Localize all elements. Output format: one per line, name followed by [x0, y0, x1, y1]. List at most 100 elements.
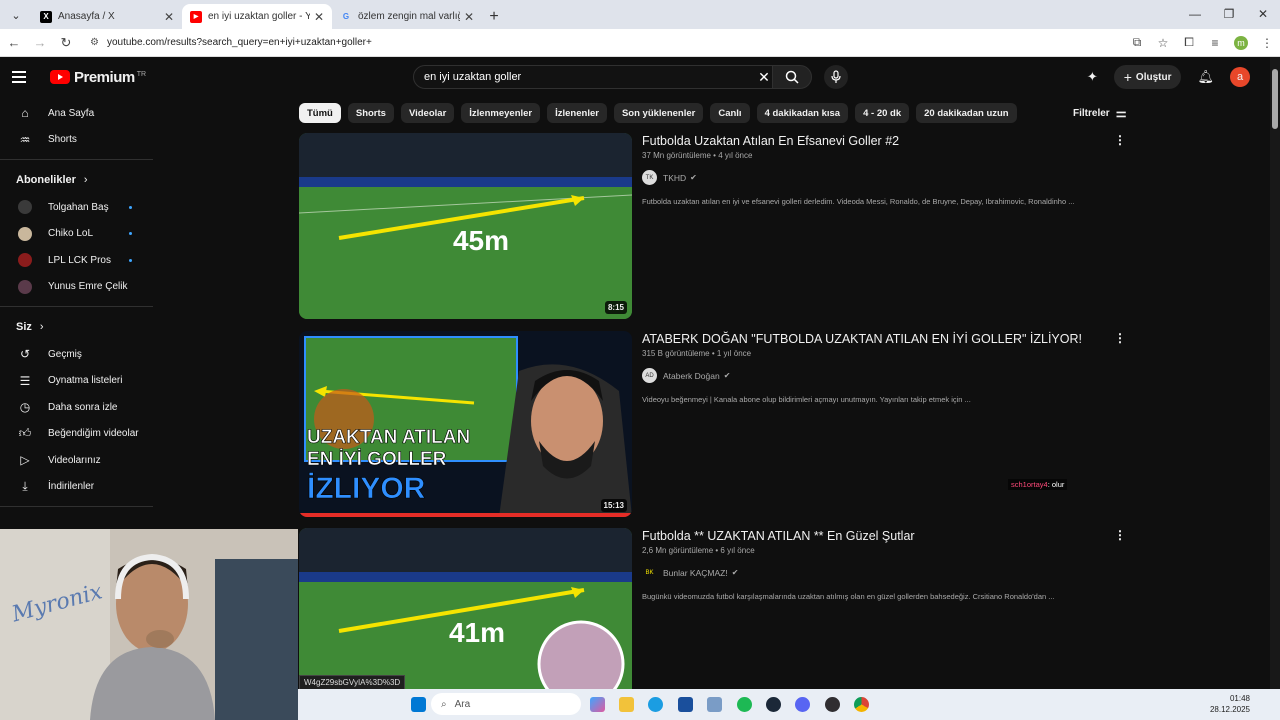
video-title[interactable]: Futbolda ** UZAKTAN ATILAN ** En Güzel Ş…	[642, 528, 1112, 544]
site-info-icon[interactable]: ⚙	[90, 37, 99, 48]
thumbnail-text: 45m	[453, 225, 509, 256]
edge-icon[interactable]	[648, 697, 663, 712]
stream-chat-message: sch1ortay4: olur	[1008, 479, 1068, 490]
chip-recently-uploaded[interactable]: Son yüklenenler	[613, 103, 704, 123]
thumbnail-text: 41m	[449, 617, 505, 648]
sidebar-item-your-videos[interactable]: ▷ Videolarınız	[0, 447, 153, 474]
chip-unwatched[interactable]: İzlenmeyenler	[461, 103, 541, 123]
tab-search-icon[interactable]: ⌄	[4, 3, 28, 27]
chrome-icon[interactable]	[854, 697, 869, 712]
sidebar: ⌂ Ana Sayfa ♒︎ Shorts Abonelikler › Tolgaha…	[0, 100, 153, 513]
copilot-icon[interactable]	[590, 697, 605, 712]
watch-later-icon: ◷	[19, 400, 31, 415]
reload-icon[interactable]: ↻	[54, 35, 78, 51]
store-icon[interactable]	[678, 697, 693, 712]
media-icon[interactable]: ≡	[1202, 36, 1228, 50]
voice-search-button[interactable]	[824, 65, 848, 89]
video-thumbnail[interactable]: 45m 8:15	[299, 133, 632, 319]
video-description: Futbolda uzaktan atılan en iyi ve efsane…	[642, 197, 1075, 206]
sidebar-sub-chiko[interactable]: Chiko LoL	[0, 221, 153, 248]
chip-all[interactable]: Tümü	[299, 103, 341, 123]
filters-button[interactable]: Filtreler ⚌	[1073, 106, 1126, 120]
minimize-icon[interactable]: —	[1178, 0, 1212, 28]
youtube-premium-logo[interactable]: Premium TR	[50, 69, 146, 86]
thumbnail-image: UZAKTAN ATILAN EN İYİ GOLLER İZLIYOR	[299, 331, 632, 517]
sidebar-item-watch-later[interactable]: ◷ Daha sonra izle	[0, 394, 153, 421]
chip-watched[interactable]: İzlenenler	[547, 103, 607, 123]
bookmark-star-icon[interactable]: ☆	[1150, 36, 1176, 50]
close-tab-icon[interactable]: ✕	[464, 10, 474, 24]
search-input[interactable]	[424, 71, 753, 83]
sidebar-item-home[interactable]: ⌂ Ana Sayfa	[0, 100, 153, 127]
more-options-icon[interactable]: ⋮	[1114, 133, 1126, 147]
account-avatar[interactable]: a	[1230, 67, 1250, 87]
more-options-icon[interactable]: ⋮	[1114, 331, 1126, 345]
file-explorer-icon[interactable]	[619, 697, 634, 712]
scrollbar-thumb[interactable]	[1272, 69, 1278, 129]
video-result[interactable]: 41m Futbolda ** UZAKTAN ATILAN ** En Güz…	[299, 528, 1129, 714]
more-options-icon[interactable]: ⋮	[1114, 528, 1126, 542]
sidebar-item-playlists[interactable]: ☰ Oynatma listeleri	[0, 368, 153, 395]
channel-link[interactable]: BK Bunlar KAÇMAZ! ✔	[642, 565, 1112, 580]
spotify-icon[interactable]	[737, 697, 752, 712]
obs-icon[interactable]	[825, 697, 840, 712]
sidebar-divider	[0, 306, 153, 307]
close-window-icon[interactable]: ✕	[1246, 0, 1280, 28]
close-tab-icon[interactable]: ✕	[164, 10, 174, 24]
google-icon: G	[342, 12, 350, 21]
forward-icon[interactable]: →	[28, 35, 52, 50]
create-button[interactable]: + Oluştur	[1113, 65, 1182, 89]
restore-icon[interactable]: ❐	[1212, 0, 1246, 28]
discord-icon[interactable]	[795, 697, 810, 712]
chip-4-20-min[interactable]: 4 - 20 dk	[855, 103, 910, 123]
new-tab-button[interactable]: +	[482, 8, 506, 26]
url-field[interactable]: ⚙ youtube.com/results?search_query=en+iy…	[90, 37, 1124, 48]
you-heading[interactable]: Siz ›	[0, 313, 153, 341]
video-title[interactable]: ATABERK DOĞAN "FUTBOLDA UZAKTAN ATILAN E…	[642, 331, 1112, 347]
chip-live[interactable]: Canlı	[710, 103, 750, 123]
sidebar-sub-lpl[interactable]: LPL LCK Pros	[0, 247, 153, 274]
windows-start-icon[interactable]	[411, 697, 426, 712]
profile-icon[interactable]: m	[1228, 35, 1254, 50]
settings-app-icon[interactable]	[707, 697, 722, 712]
tab-x[interactable]: X Anasayfa / X ✕	[32, 4, 182, 29]
page-scrollbar[interactable]	[1270, 57, 1280, 689]
sidebar-item-liked[interactable]: 👍︎ Beğendiğim videolar	[0, 421, 153, 448]
duration-badge: 15:13	[600, 499, 627, 512]
channel-link[interactable]: TK TKHD ✔	[642, 170, 1112, 185]
chip-over-20-min[interactable]: 20 dakikadan uzun	[916, 103, 1017, 123]
sidebar-item-shorts[interactable]: ♒︎ Shorts	[0, 127, 153, 154]
steam-icon[interactable]	[766, 697, 781, 712]
verified-check-icon: ✔	[731, 568, 739, 577]
sidebar-item-history[interactable]: ↺ Geçmiş	[0, 341, 153, 368]
tab-google[interactable]: G özlem zengin mal varlığı - Goo ✕	[332, 4, 482, 29]
address-bar: ← → ↻ ⚙ youtube.com/results?search_query…	[0, 29, 1280, 57]
menu-kebab-icon[interactable]: ⋮	[1254, 36, 1280, 50]
tab-youtube[interactable]: ▶ en iyi uzaktan goller - YouTube ✕	[182, 4, 332, 29]
search-button[interactable]	[772, 65, 812, 89]
subscriptions-heading[interactable]: Abonelikler ›	[0, 166, 153, 194]
system-clock[interactable]: 01:48 28.12.2025	[1210, 693, 1250, 715]
thumbnail-text: EN İYİ GOLLER	[307, 449, 447, 470]
chip-under-4-min[interactable]: 4 dakikadan kısa	[756, 103, 849, 123]
sidebar-sub-tolgahan[interactable]: Tolgahan Baş	[0, 194, 153, 221]
channel-link[interactable]: AD Ataberk Doğan ✔	[642, 368, 1112, 383]
chip-videos[interactable]: Videolar	[400, 103, 455, 123]
close-tab-icon[interactable]: ✕	[314, 10, 324, 24]
video-result[interactable]: 45m 8:15 Futbolda Uzaktan Atılan En Efsa…	[299, 133, 1129, 319]
notifications-bell-icon[interactable]: 🔔︎	[1197, 69, 1214, 85]
chip-shorts[interactable]: Shorts	[347, 103, 394, 123]
extensions-icon[interactable]: ⧠	[1176, 35, 1202, 50]
video-title[interactable]: Futbolda Uzaktan Atılan En Efsanevi Goll…	[642, 133, 1112, 149]
install-icon[interactable]: ⧉	[1124, 35, 1150, 50]
windows-taskbar: ⌕ Ara 01:48 28.12.2025	[298, 689, 1280, 720]
sidebar-item-downloads[interactable]: ⤓ İndirilenler	[0, 474, 153, 501]
sidebar-sub-yunus[interactable]: Yunus Emre Çelik	[0, 274, 153, 301]
hamburger-menu-icon[interactable]	[12, 71, 36, 83]
video-thumbnail[interactable]: UZAKTAN ATILAN EN İYİ GOLLER İZLIYOR 15:…	[299, 331, 632, 517]
sidebar-divider	[0, 159, 153, 160]
back-icon[interactable]: ←	[2, 35, 26, 50]
video-result[interactable]: UZAKTAN ATILAN EN İYİ GOLLER İZLIYOR 15:…	[299, 331, 1129, 517]
taskbar-search[interactable]: ⌕ Ara	[431, 693, 581, 715]
gemini-icon[interactable]: ✦	[1087, 69, 1098, 85]
